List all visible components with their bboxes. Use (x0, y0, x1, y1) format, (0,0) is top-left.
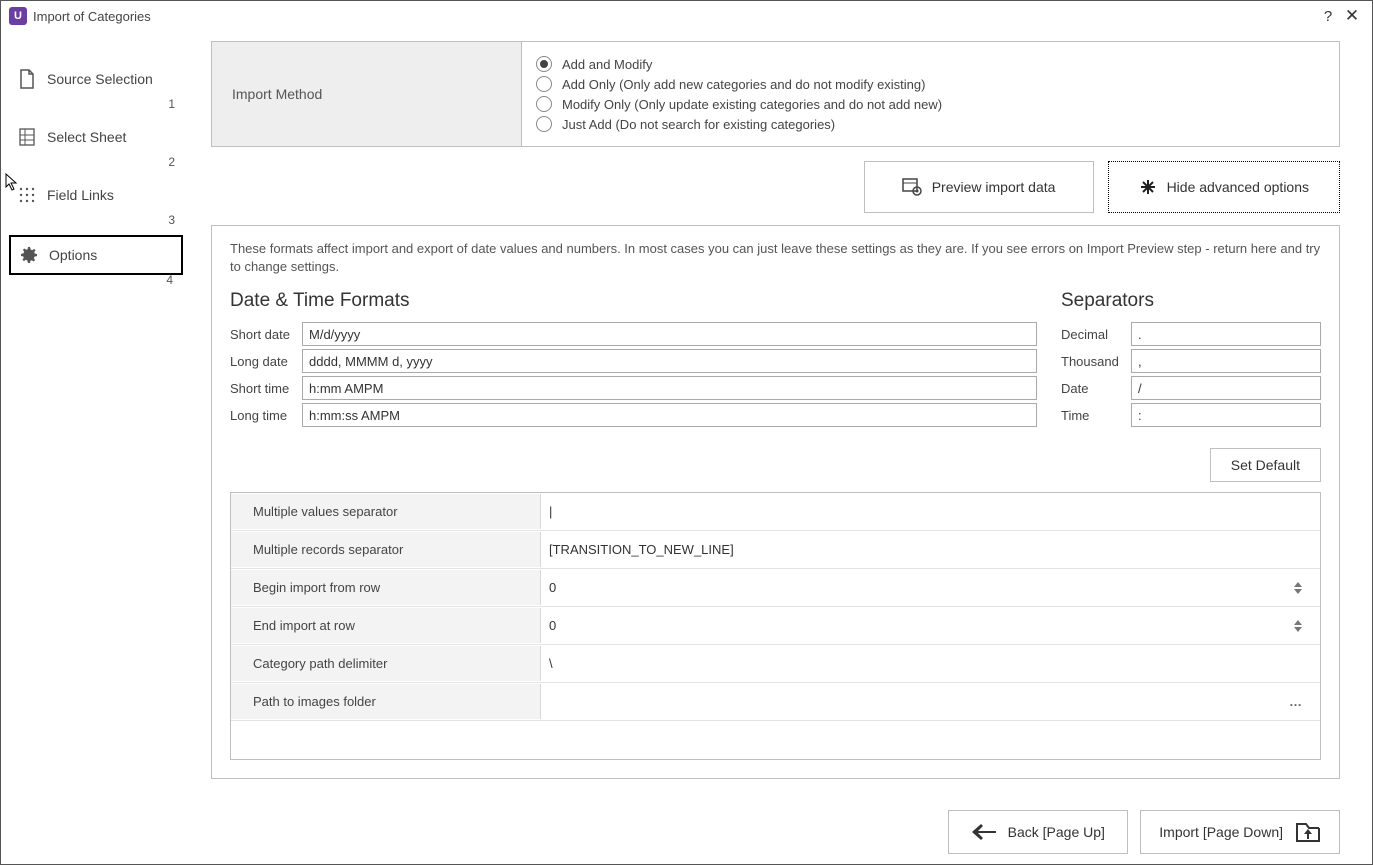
thousand-input[interactable] (1131, 349, 1321, 373)
begin-row-label: Begin import from row (231, 570, 541, 605)
wizard-steps-sidebar: Source Selection 1 Select Sheet 2 Field … (1, 31, 191, 864)
multi-rec-sep-label: Multiple records separator (231, 532, 541, 567)
help-button[interactable]: ? (1316, 8, 1340, 25)
end-row-label: End import at row (231, 608, 541, 643)
radio-icon (536, 116, 552, 132)
document-icon (17, 69, 37, 89)
import-button[interactable]: Import [Page Down] (1140, 810, 1340, 854)
time-sep-label: Time (1061, 408, 1131, 423)
radio-just-add[interactable]: Just Add (Do not search for existing cat… (536, 116, 1325, 132)
radio-label: Add and Modify (562, 57, 652, 72)
cat-delim-input[interactable] (549, 656, 1312, 671)
step-number: 3 (168, 213, 175, 227)
separators-section-title: Separators (1061, 290, 1321, 312)
step-label: Select Sheet (47, 129, 126, 145)
title-bar: U Import of Categories ? ✕ (1, 1, 1372, 31)
step-source-selection[interactable]: Source Selection 1 (9, 61, 183, 97)
step-label: Source Selection (47, 71, 153, 87)
begin-row-spinner[interactable] (1294, 582, 1312, 594)
grid-dots-icon (17, 185, 37, 205)
step-label: Field Links (47, 187, 114, 203)
long-date-input[interactable] (302, 349, 1037, 373)
step-number: 4 (166, 273, 173, 287)
datetime-section-title: Date & Time Formats (230, 290, 1037, 312)
short-time-input[interactable] (302, 376, 1037, 400)
radio-icon (536, 56, 552, 72)
button-label: Import [Page Down] (1159, 824, 1283, 840)
images-path-label: Path to images folder (231, 684, 541, 719)
options-table: Multiple values separator Multiple recor… (230, 492, 1321, 760)
decimal-input[interactable] (1131, 322, 1321, 346)
short-date-label: Short date (230, 327, 302, 342)
button-label: Back [Page Up] (1008, 824, 1105, 840)
thousand-label: Thousand (1061, 354, 1131, 369)
step-field-links[interactable]: Field Links 3 (9, 177, 183, 213)
formats-panel: These formats affect import and export o… (211, 225, 1340, 779)
hide-advanced-button[interactable]: Hide advanced options (1108, 161, 1340, 213)
step-number: 2 (168, 155, 175, 169)
close-button[interactable]: ✕ (1340, 6, 1364, 26)
import-icon (1295, 821, 1321, 843)
gear-icon (19, 245, 39, 265)
step-options[interactable]: Options 4 (9, 235, 183, 275)
step-number: 1 (168, 97, 175, 111)
import-method-label: Import Method (212, 42, 522, 146)
long-time-label: Long time (230, 408, 302, 423)
radio-add-and-modify[interactable]: Add and Modify (536, 56, 1325, 72)
radio-label: Just Add (Do not search for existing cat… (562, 117, 835, 132)
radio-icon (536, 76, 552, 92)
cat-delim-label: Category path delimiter (231, 646, 541, 681)
long-time-input[interactable] (302, 403, 1037, 427)
button-label: Preview import data (932, 179, 1056, 195)
back-button[interactable]: Back [Page Up] (948, 810, 1128, 854)
radio-label: Modify Only (Only update existing catego… (562, 97, 942, 112)
end-row-input[interactable] (549, 618, 1294, 633)
begin-row-input[interactable] (549, 580, 1294, 595)
radio-label: Add Only (Only add new categories and do… (562, 77, 925, 92)
sheet-icon (17, 127, 37, 147)
button-label: Hide advanced options (1167, 179, 1309, 195)
radio-icon (536, 96, 552, 112)
time-sep-input[interactable] (1131, 403, 1321, 427)
window-title: Import of Categories (33, 9, 151, 24)
asterisk-icon (1139, 178, 1157, 196)
end-row-spinner[interactable] (1294, 620, 1312, 632)
radio-modify-only[interactable]: Modify Only (Only update existing catego… (536, 96, 1325, 112)
step-select-sheet[interactable]: Select Sheet 2 (9, 119, 183, 155)
preview-icon (902, 178, 922, 196)
app-icon: U (9, 7, 27, 25)
images-path-input[interactable] (549, 694, 1289, 709)
multi-val-sep-input[interactable] (549, 504, 1312, 519)
radio-add-only[interactable]: Add Only (Only add new categories and do… (536, 76, 1325, 92)
set-default-button[interactable]: Set Default (1210, 448, 1321, 482)
date-sep-label: Date (1061, 381, 1131, 396)
short-time-label: Short time (230, 381, 302, 396)
long-date-label: Long date (230, 354, 302, 369)
multi-rec-sep-input[interactable] (549, 542, 1312, 557)
import-method-panel: Import Method Add and Modify Add Only (O… (211, 41, 1340, 147)
date-sep-input[interactable] (1131, 376, 1321, 400)
step-label: Options (49, 247, 97, 263)
short-date-input[interactable] (302, 322, 1037, 346)
hint-text: These formats affect import and export o… (230, 240, 1321, 276)
multi-val-sep-label: Multiple values separator (231, 494, 541, 529)
browse-button[interactable]: … (1289, 694, 1312, 709)
preview-import-button[interactable]: Preview import data (864, 161, 1094, 213)
decimal-label: Decimal (1061, 327, 1131, 342)
arrow-left-icon (972, 824, 996, 840)
